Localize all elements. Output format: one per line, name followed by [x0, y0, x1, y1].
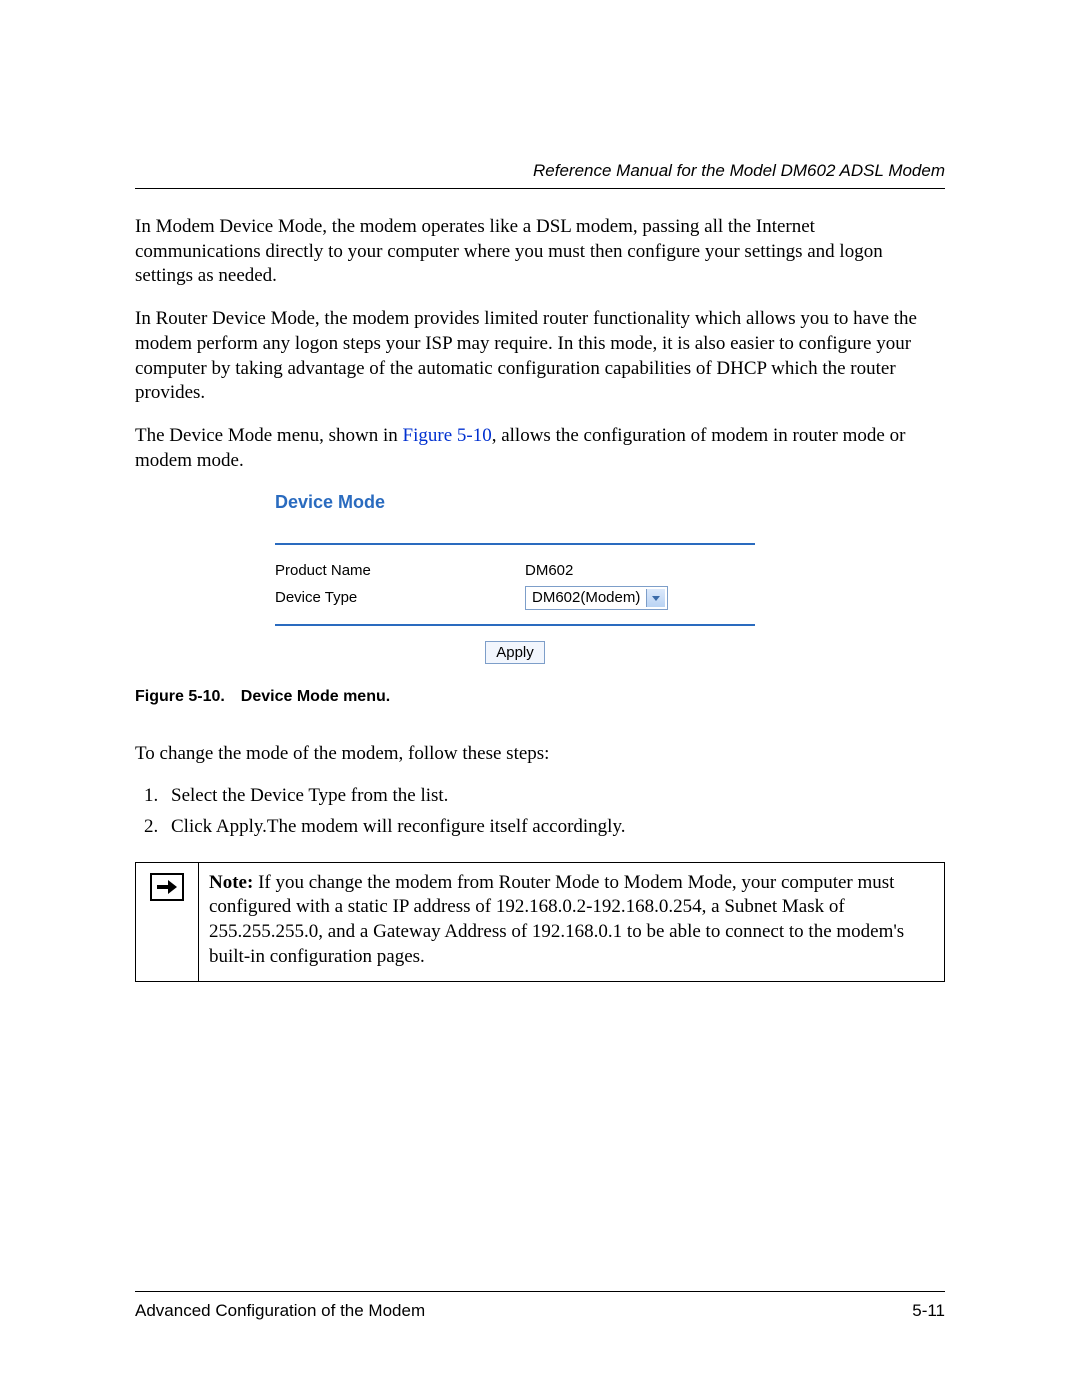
product-name-row: Product Name DM602 — [275, 561, 755, 581]
figure-reference-link[interactable]: Figure 5-10 — [403, 425, 492, 446]
footer-rule — [135, 1291, 945, 1292]
arrow-right-icon — [150, 873, 184, 901]
device-mode-figure: Device Mode Product Name DM602 Device Ty… — [275, 491, 755, 665]
footer-page-number: 5-11 — [912, 1300, 945, 1322]
step-1: Select the Device Type from the list. — [163, 784, 945, 809]
footer-line: Advanced Configuration of the Modem 5-11 — [135, 1300, 945, 1322]
device-mode-title: Device Mode — [275, 491, 755, 514]
text-before-link: The Device Mode menu, shown in — [135, 425, 403, 446]
note-text-cell: Note: If you change the modem from Route… — [199, 862, 945, 982]
body-text: In Modem Device Mode, the modem operates… — [135, 189, 945, 982]
note-label: Note: — [209, 872, 253, 893]
device-type-selected-text: DM602(Modem) — [532, 588, 646, 608]
steps-list: Select the Device Type from the list. Cl… — [135, 784, 945, 839]
note-box: Note: If you change the modem from Route… — [135, 862, 945, 983]
device-type-value: DM602(Modem) — [525, 586, 668, 610]
page-footer: Advanced Configuration of the Modem 5-11 — [135, 1291, 945, 1322]
apply-button[interactable]: Apply — [485, 641, 545, 664]
running-header: Reference Manual for the Model DM602 ADS… — [135, 160, 945, 182]
chevron-down-icon[interactable] — [646, 589, 665, 607]
paragraph-router-mode: In Router Device Mode, the modem provide… — [135, 307, 945, 406]
steps-intro: To change the mode of the modem, follow … — [135, 742, 945, 767]
device-type-label: Device Type — [275, 588, 525, 608]
footer-section-title: Advanced Configuration of the Modem — [135, 1300, 425, 1322]
step-2: Click Apply.The modem will reconfigure i… — [163, 815, 945, 840]
paragraph-modem-mode: In Modem Device Mode, the modem operates… — [135, 215, 945, 289]
apply-button-wrap: Apply — [275, 640, 755, 665]
device-type-row: Device Type DM602(Modem) — [275, 586, 755, 610]
figure-caption: Figure 5-10. Device Mode menu. — [135, 687, 945, 708]
product-name-value: DM602 — [525, 561, 573, 581]
note-text: If you change the modem from Router Mode… — [209, 872, 904, 967]
page: Reference Manual for the Model DM602 ADS… — [0, 0, 1080, 1397]
note-icon-cell — [136, 862, 199, 982]
paragraph-figure-intro: The Device Mode menu, shown in Figure 5-… — [135, 424, 945, 473]
device-mode-rows: Product Name DM602 Device Type DM602(Mod… — [275, 545, 755, 625]
device-mode-bottom-rule — [275, 624, 755, 626]
device-type-select[interactable]: DM602(Modem) — [525, 586, 668, 610]
product-name-label: Product Name — [275, 561, 525, 581]
